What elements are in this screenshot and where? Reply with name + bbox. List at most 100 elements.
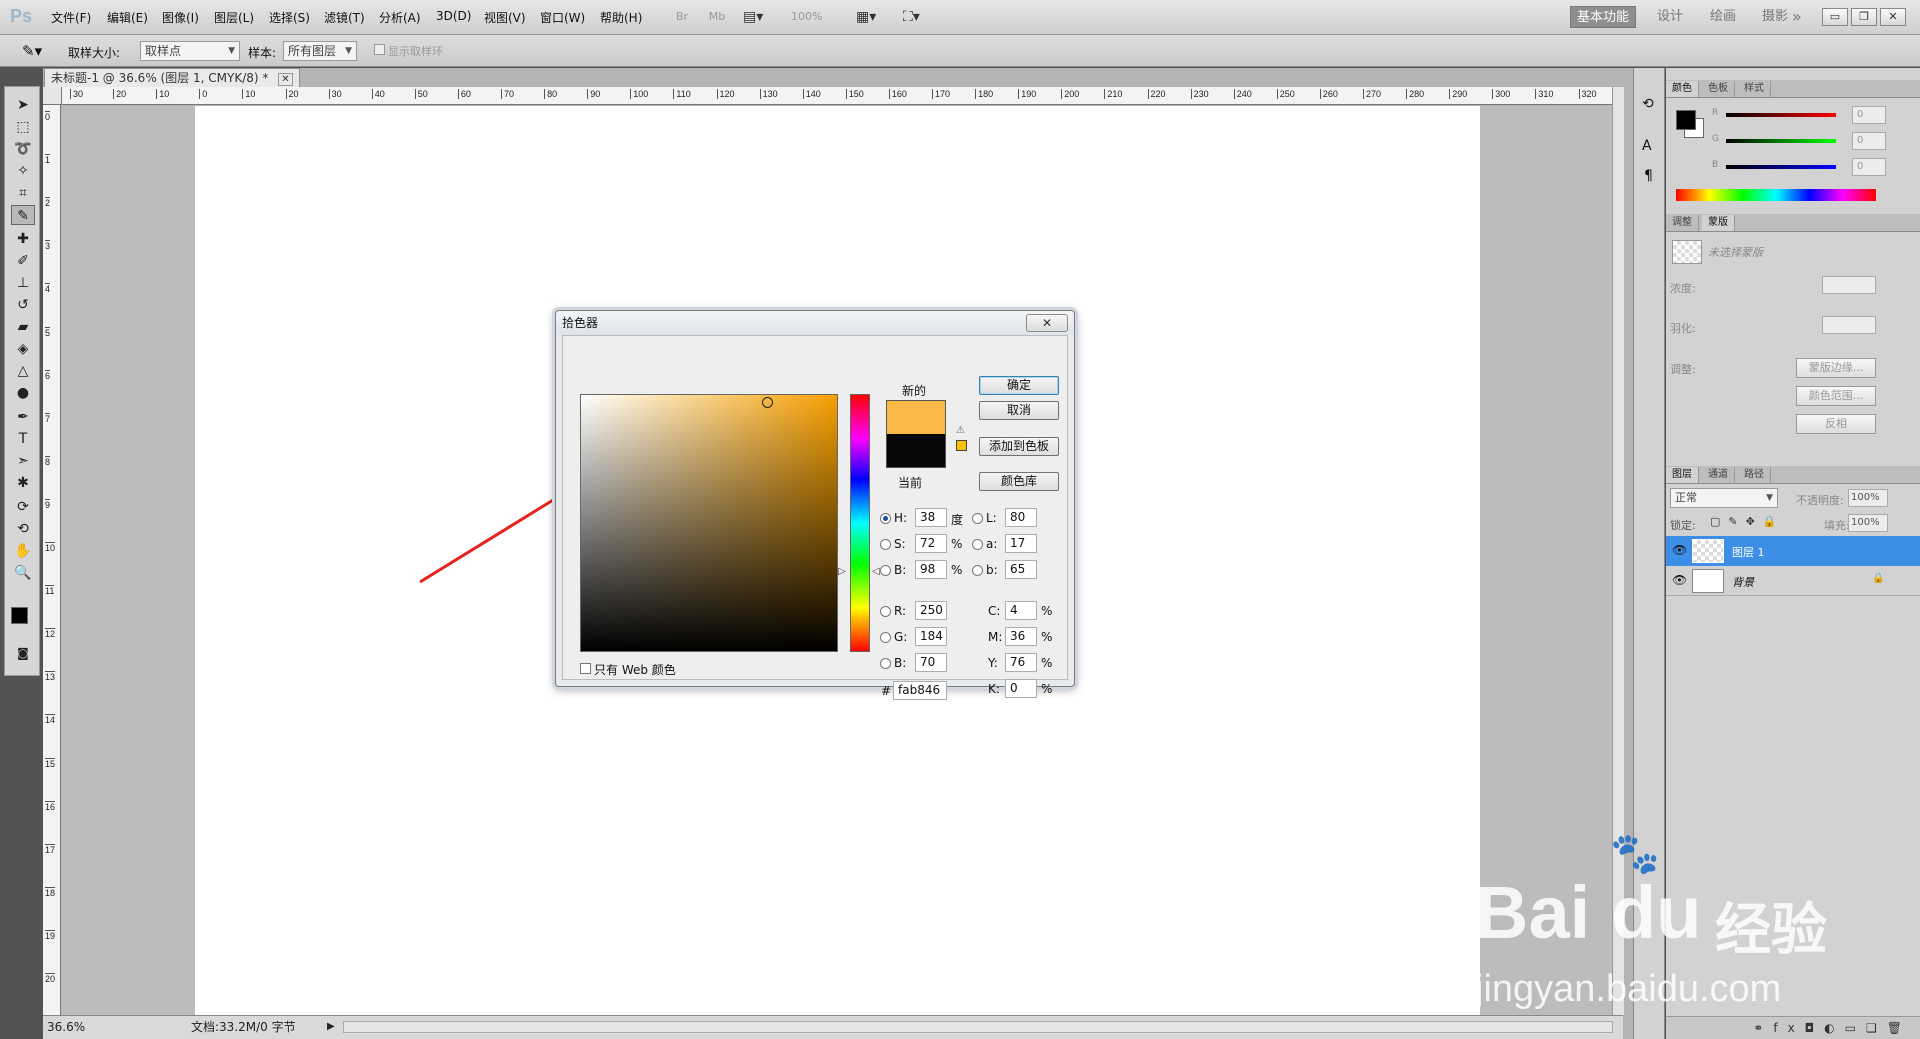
eye-icon[interactable]: 👁 (1672, 573, 1687, 587)
document-tab[interactable]: 未标题-1 @ 36.6% (图层 1, CMYK/8) * ✕ (44, 68, 300, 87)
color-selection-ring[interactable] (762, 397, 773, 408)
saturation-brightness-field[interactable] (580, 394, 838, 652)
eyedropper-tool-icon[interactable]: ✎ (11, 205, 35, 225)
r-radio[interactable] (880, 606, 891, 617)
magenta-input[interactable]: 36 (1005, 627, 1037, 646)
menu-view[interactable]: 视图(V) (484, 9, 526, 26)
shape-tool-icon[interactable]: ✱ (11, 473, 35, 493)
sample-size-select[interactable]: 取样点 ▼ (140, 41, 240, 61)
g-radio[interactable] (880, 632, 891, 643)
close-icon[interactable]: ✕ (1026, 314, 1068, 332)
tab-adjustments[interactable]: 调整 (1666, 215, 1699, 231)
green-value-input[interactable]: 0 (1852, 132, 1886, 150)
workspace-painting[interactable]: 绘画 (1704, 6, 1742, 28)
menu-3d[interactable]: 3D(D) (436, 9, 471, 23)
minibridge-button[interactable]: Mb (705, 6, 729, 28)
current-color-swatch[interactable] (886, 434, 946, 468)
status-menu-icon[interactable]: ▶ (327, 1016, 335, 1038)
black-input[interactable]: 0 (1005, 679, 1037, 698)
eyedropper-icon[interactable]: ✎▾ (22, 42, 42, 60)
color-range-button[interactable]: 颜色范围... (1796, 386, 1876, 406)
paint-bucket-tool-icon[interactable]: ◈ (11, 339, 35, 359)
red-input[interactable]: 250 (915, 601, 947, 620)
cancel-button[interactable]: 取消 (979, 401, 1059, 420)
status-document-size[interactable]: 文档:33.2M/0 字节 (191, 1016, 296, 1038)
cyan-input[interactable]: 4 (1005, 601, 1037, 620)
workspace-essentials[interactable]: 基本功能 (1570, 6, 1637, 28)
lab-b-radio[interactable] (972, 565, 983, 576)
h-radio[interactable] (880, 513, 891, 524)
menu-analysis[interactable]: 分析(A) (379, 9, 421, 26)
fill-input[interactable]: 100% (1848, 514, 1888, 532)
marquee-tool-icon[interactable]: ⬚ (11, 117, 35, 137)
history-icon[interactable]: ⟲ (1642, 96, 1654, 112)
menu-help[interactable]: 帮助(H) (600, 9, 642, 26)
hue-slider[interactable] (850, 394, 870, 652)
color-ramp[interactable] (1676, 189, 1876, 201)
s-radio[interactable] (880, 539, 891, 550)
zoom-level[interactable]: 100% (790, 6, 840, 28)
color-libraries-button[interactable]: 颜色库 (979, 472, 1059, 491)
blue-slider[interactable] (1726, 165, 1836, 169)
yellow-input[interactable]: 76 (1005, 653, 1037, 672)
layer-row[interactable]: 👁 图层 1 (1666, 536, 1920, 566)
feather-input[interactable] (1822, 316, 1876, 334)
restore-button[interactable]: ❐ (1851, 8, 1877, 26)
gamut-warning-icon[interactable]: ⚠ (956, 425, 965, 436)
menu-layer[interactable]: 图层(L) (214, 9, 254, 26)
eye-icon[interactable]: 👁 (1672, 543, 1687, 557)
a-input[interactable]: 17 (1005, 534, 1037, 553)
crop-tool-icon[interactable]: ⌗ (11, 183, 35, 203)
opacity-input[interactable]: 100% (1848, 489, 1888, 507)
zoom-tool-icon[interactable]: 🔍 (11, 563, 35, 583)
green-slider[interactable] (1726, 139, 1836, 143)
brush-tool-icon[interactable]: ✐ (11, 251, 35, 271)
mask-edge-button[interactable]: 蒙版边缘... (1796, 358, 1876, 378)
hand-tool-icon[interactable]: ✋ (11, 541, 35, 561)
quick-mask-icon[interactable]: ◙ (11, 643, 35, 663)
vertical-ruler[interactable]: 0 1 2 3 4 5 6 7 8 9 10 11 12 13 14 15 16 17 18 19 20 (43, 105, 61, 1015)
tab-layers[interactable]: 图层 (1666, 467, 1699, 483)
type-tool-icon[interactable]: T (11, 429, 35, 449)
show-ring-checkbox[interactable] (374, 44, 385, 55)
lightness-input[interactable]: 80 (1005, 508, 1037, 527)
3d-rotate-tool-icon[interactable]: ⟳ (11, 497, 35, 517)
blur-tool-icon[interactable]: △ (11, 361, 35, 381)
ruler-origin[interactable] (43, 87, 62, 105)
lasso-tool-icon[interactable]: ➰ (11, 139, 35, 159)
bridge-button[interactable]: Br (670, 6, 694, 28)
menu-filter[interactable]: 滤镜(T) (324, 9, 365, 26)
3d-orbit-tool-icon[interactable]: ⟲ (11, 519, 35, 539)
dodge-tool-icon[interactable]: ● (11, 383, 35, 403)
eraser-tool-icon[interactable]: ▰ (11, 317, 35, 337)
l-radio[interactable] (972, 513, 983, 524)
tab-paths[interactable]: 路径 (1738, 467, 1771, 483)
character-icon[interactable]: A (1642, 138, 1652, 154)
brightness-input[interactable]: 98 (915, 560, 947, 579)
green-input[interactable]: 184 (915, 627, 947, 646)
pen-tool-icon[interactable]: ✒ (11, 407, 35, 427)
healing-brush-tool-icon[interactable]: ✚ (11, 229, 35, 249)
add-to-swatches-button[interactable]: 添加到色板 (979, 437, 1059, 456)
blue-input[interactable]: 70 (915, 653, 947, 672)
layer-name[interactable]: 背景 (1732, 574, 1754, 590)
web-safe-color-swatch[interactable] (956, 440, 967, 451)
hex-input[interactable]: fab846 (893, 681, 947, 700)
paragraph-icon[interactable]: ¶ (1644, 168, 1653, 184)
ok-button[interactable]: 确定 (979, 376, 1059, 395)
path-select-tool-icon[interactable]: ➣ (11, 451, 35, 471)
tab-channels[interactable]: 通道 (1702, 467, 1735, 483)
clone-stamp-tool-icon[interactable]: ⊥ (11, 273, 35, 293)
menu-window[interactable]: 窗口(W) (540, 9, 585, 26)
workspace-design[interactable]: 设计 (1651, 6, 1689, 28)
history-brush-tool-icon[interactable]: ↺ (11, 295, 35, 315)
red-slider[interactable] (1726, 113, 1836, 117)
lock-icons[interactable]: ▢✎✥🔒 (1710, 515, 1785, 528)
close-button[interactable]: ✕ (1880, 8, 1906, 26)
screen-mode-icon[interactable]: ⛶▾ (902, 6, 932, 28)
red-value-input[interactable]: 0 (1852, 106, 1886, 124)
minimize-button[interactable]: ▭ (1822, 8, 1848, 26)
horizontal-ruler[interactable]: 30 20 10 0 10 20 30 40 50 60 70 80 90 100 110 120 130 140… (62, 87, 1622, 105)
layer-row[interactable]: 👁 背景 🔒 (1666, 566, 1920, 596)
density-input[interactable] (1822, 276, 1876, 294)
